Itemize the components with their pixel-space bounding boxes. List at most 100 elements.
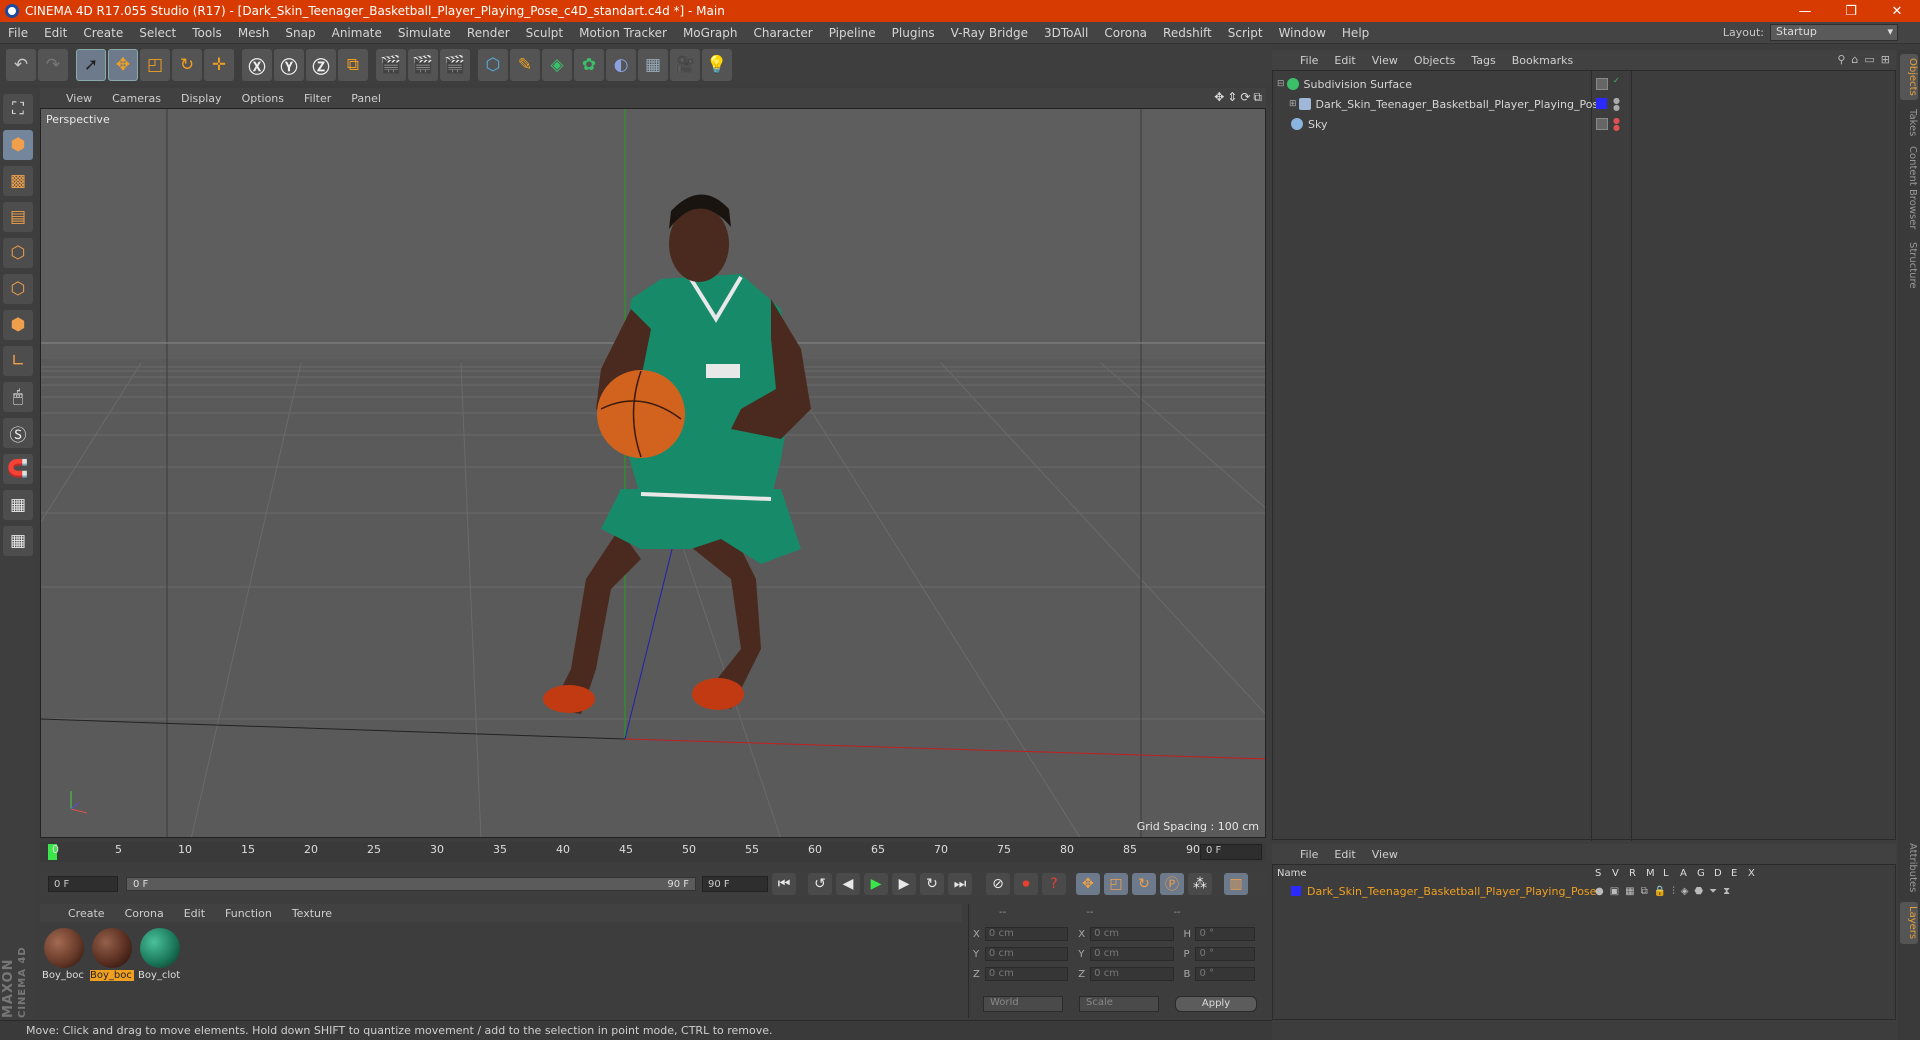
menu-file[interactable]: File (0, 26, 36, 40)
menu-simulate[interactable]: Simulate (390, 26, 459, 40)
menu-window[interactable]: Window (1271, 26, 1334, 40)
layer-menu-file[interactable]: File (1292, 848, 1326, 861)
points-mode-icon[interactable]: ⬡ (3, 238, 33, 268)
layer-tag-icon[interactable] (1596, 118, 1608, 130)
layer-col-locked[interactable]: L (1663, 868, 1669, 879)
key-rotation-icon[interactable]: ↻ (1132, 873, 1156, 895)
menu-plugins[interactable]: Plugins (884, 26, 943, 40)
play-forward-icon[interactable]: ▶ (864, 873, 888, 895)
viewport-maximize-icon[interactable]: ⧉ (1253, 90, 1262, 105)
rotate-tool-icon[interactable]: ↻ (172, 49, 202, 81)
keyframe-selection-icon[interactable]: ⊘ (986, 873, 1010, 895)
layout-dropdown[interactable]: Startup (1770, 24, 1898, 41)
layer-name[interactable]: Dark_Skin_Teenager_Basketball_Player_Pla… (1307, 885, 1596, 898)
light-icon[interactable]: 💡 (702, 49, 732, 81)
snap-icon[interactable]: 🧲 (3, 454, 33, 484)
next-frame-icon[interactable]: ▶ (892, 873, 916, 895)
menu-pipeline[interactable]: Pipeline (821, 26, 884, 40)
layer-col-view[interactable]: V (1612, 868, 1619, 879)
visibility-dots-icon[interactable]: ● ● (1613, 117, 1620, 132)
material-menu-function[interactable]: Function (215, 907, 282, 920)
menu-snap[interactable]: Snap (277, 26, 323, 40)
previous-key-icon[interactable]: ↺ (808, 873, 832, 895)
viewport-dolly-icon[interactable]: ⇕ (1227, 90, 1237, 105)
close-button[interactable]: ✕ (1874, 0, 1920, 22)
position-y-field[interactable]: 0 cm (984, 947, 1069, 961)
object-menu-edit[interactable]: Edit (1326, 54, 1363, 67)
layer-tag-icon[interactable] (1596, 78, 1608, 90)
restore-button[interactable]: ❐ (1828, 0, 1874, 22)
timeline-window-icon[interactable]: ▥ (1224, 873, 1248, 895)
polygons-mode-icon[interactable]: ⬢ (3, 310, 33, 340)
autokeying-icon[interactable]: ? (1042, 873, 1066, 895)
viewport-menu-filter[interactable]: Filter (294, 92, 341, 105)
cube-object-icon[interactable]: ⬡ (478, 49, 508, 81)
size-mode-dropdown[interactable]: Scale (1079, 996, 1159, 1012)
layer-col-deformers[interactable]: D (1714, 868, 1722, 879)
transform-tool-icon[interactable]: ✛ (204, 49, 234, 81)
tweak-mode-icon[interactable]: 🖱 (3, 382, 33, 412)
tab-objects[interactable]: Objects (1900, 54, 1918, 100)
key-scale-icon[interactable]: ◰ (1104, 873, 1128, 895)
workplane-snap-icon[interactable]: ▦ (3, 526, 33, 556)
object-row[interactable]: ⊟ Subdivision Surface ✓ (1273, 74, 1895, 94)
viewport-menu-options[interactable]: Options (232, 92, 294, 105)
key-position-icon[interactable]: ✥ (1076, 873, 1100, 895)
layer-col-expressions[interactable]: E (1731, 868, 1737, 879)
solo-mode-icon[interactable]: Ⓢ (3, 418, 33, 448)
go-to-end-icon[interactable]: ⏭ (948, 873, 972, 895)
tab-attributes[interactable]: Attributes (1900, 840, 1918, 896)
collapse-icon[interactable]: ⊟ (1277, 79, 1285, 89)
workplane-lock-icon[interactable]: ▦ (3, 490, 33, 520)
redo-icon[interactable]: ↷ (38, 49, 68, 81)
3d-viewport[interactable]: Perspective Grid Spacing : 100 cm (40, 108, 1266, 838)
record-active-objects-icon[interactable]: ⏺ (1014, 873, 1038, 895)
render-picture-viewer-icon[interactable]: 🎬 (408, 49, 438, 81)
subdivision-generator-icon[interactable]: ◈ (542, 49, 572, 81)
rotation-p-field[interactable]: 0 ° (1195, 947, 1255, 961)
key-parameter-icon[interactable]: Ⓟ (1160, 873, 1184, 895)
material-swatch[interactable]: Boy_clot (138, 928, 182, 988)
next-key-icon[interactable]: ↻ (920, 873, 944, 895)
viewport-menu-view[interactable]: View (56, 92, 102, 105)
layer-row[interactable]: Dark_Skin_Teenager_Basketball_Player_Pla… (1273, 883, 1895, 899)
end-frame-field[interactable]: 90 F (702, 876, 768, 892)
menu-sculpt[interactable]: Sculpt (518, 26, 571, 40)
object-row[interactable]: Sky ● ● (1273, 114, 1895, 134)
material-menu-corona[interactable]: Corona (115, 907, 174, 920)
size-x-field[interactable]: 0 cm (1090, 927, 1174, 941)
viewport-menu-panel[interactable]: Panel (341, 92, 391, 105)
position-z-field[interactable]: 0 cm (984, 967, 1069, 981)
position-x-field[interactable]: 0 cm (984, 927, 1069, 941)
object-menu-objects[interactable]: Objects (1406, 54, 1464, 67)
size-z-field[interactable]: 0 cm (1090, 967, 1174, 981)
layer-col-animation[interactable]: A (1680, 868, 1687, 879)
texture-mode-icon[interactable]: ▩ (3, 166, 33, 196)
menu-mesh[interactable]: Mesh (230, 26, 278, 40)
object-row[interactable]: ⊞ Dark_Skin_Teenager_Basketball_Player_P… (1273, 94, 1895, 114)
key-pla-icon[interactable]: ⁂ (1188, 873, 1212, 895)
axis-mode-icon[interactable]: ∟ (3, 346, 33, 376)
menu-vray-bridge[interactable]: V-Ray Bridge (943, 26, 1036, 40)
current-frame-field[interactable]: 0 F (1200, 844, 1262, 860)
pen-spline-icon[interactable]: ✎ (510, 49, 540, 81)
apply-button[interactable]: Apply (1175, 996, 1257, 1012)
deformer-icon[interactable]: ◐ (606, 49, 636, 81)
material-swatch-selected[interactable]: Boy_boc (90, 928, 134, 988)
viewport-pan-icon[interactable]: ✥ (1214, 90, 1224, 105)
material-menu-create[interactable]: Create (58, 907, 115, 920)
menu-create[interactable]: Create (75, 26, 131, 40)
menu-character[interactable]: Character (745, 26, 820, 40)
menu-mograph[interactable]: MoGraph (675, 26, 746, 40)
viewport-menu-cameras[interactable]: Cameras (102, 92, 171, 105)
timeline-ruler[interactable]: 0 5 10 15 20 25 30 35 40 45 50 55 60 65 70 75 80 85 90 0 F (40, 842, 1266, 862)
layer-col-manager[interactable]: M (1646, 868, 1655, 879)
edges-mode-icon[interactable]: ⬡ (3, 274, 33, 304)
go-to-start-icon[interactable]: ⏮ (772, 873, 796, 895)
render-view-icon[interactable]: 🎬 (376, 49, 406, 81)
layer-flag-icons[interactable]: ●▣▦⧉🔒⫶◈⬣⏷⧗ (1595, 886, 1736, 897)
material-menu-texture[interactable]: Texture (282, 907, 342, 920)
x-axis-lock-icon[interactable]: Ⓧ (242, 49, 272, 81)
layer-col-solo[interactable]: S (1595, 868, 1601, 879)
menu-3dtoall[interactable]: 3DToAll (1036, 26, 1096, 40)
